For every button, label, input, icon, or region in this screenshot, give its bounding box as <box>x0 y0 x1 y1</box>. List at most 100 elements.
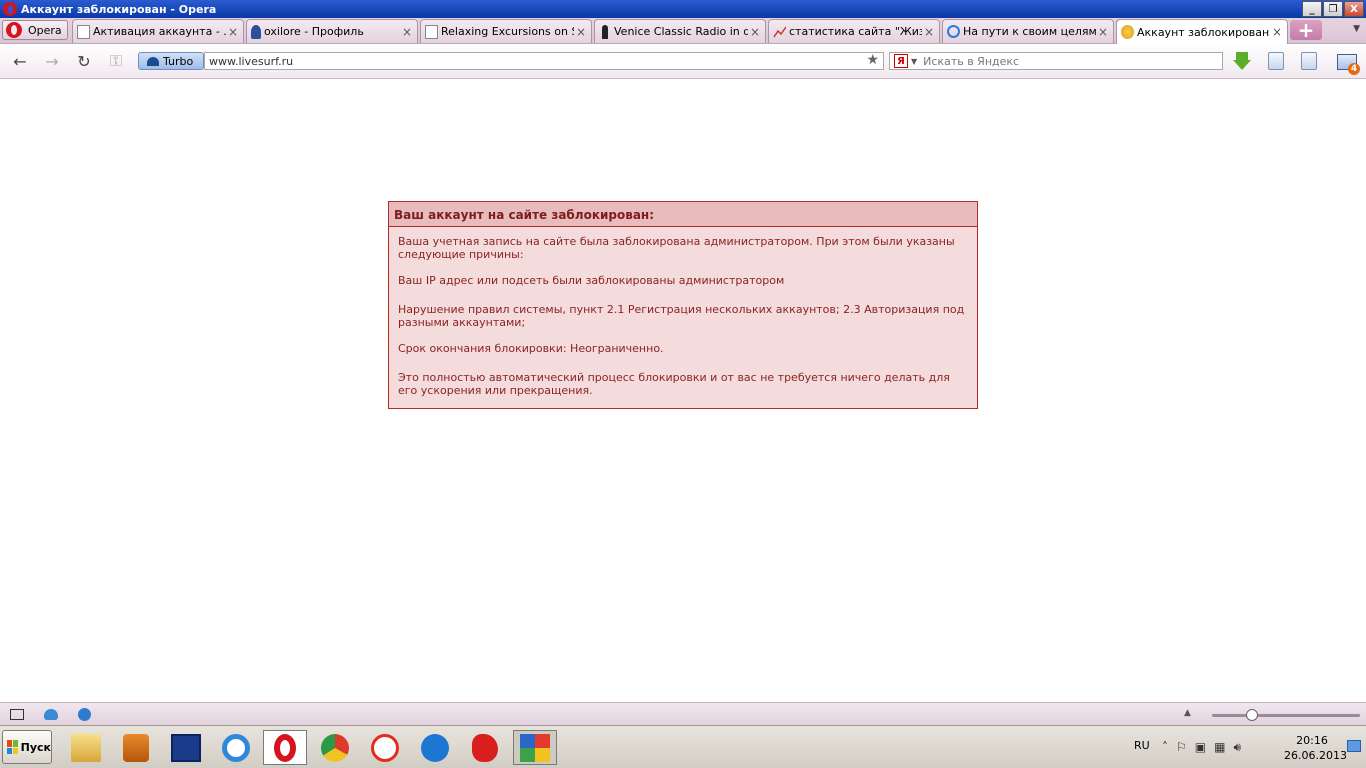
tab-close-icon[interactable]: × <box>1270 25 1284 39</box>
download-icon[interactable] <box>1233 52 1253 72</box>
clock-date: 26.06.2013 <box>1284 749 1347 762</box>
forward-arrow-icon[interactable]: → <box>42 52 62 71</box>
notice-body: Ваша учетная запись на сайте была заблок… <box>389 227 977 397</box>
search-placeholder: Искать в Яндекс <box>923 54 1020 68</box>
window-title: Аккаунт заблокирован - Opera <box>21 2 217 16</box>
turbo-gauge-icon <box>147 56 159 66</box>
key-icon[interactable]: ⚿ <box>106 51 126 70</box>
clock-time: 20:16 <box>1296 734 1328 747</box>
mail-count-badge: 4 <box>1348 63 1360 75</box>
tab-list-chevron-icon[interactable]: ▼ <box>1353 24 1360 34</box>
opera-icon <box>6 22 22 38</box>
notice-reason-ip: Ваш IP адрес или подсеть были заблокиров… <box>398 274 785 287</box>
opera-menu-label: Opera <box>28 23 62 37</box>
account-blocked-notice: Ваш аккаунт на сайте заблокирован: Ваша … <box>388 201 978 409</box>
tab-label: Venice Classic Radio in di... <box>614 25 748 38</box>
volume-icon[interactable]: 🔊︎ <box>1233 740 1241 755</box>
new-tab-button[interactable]: + <box>1290 18 1322 42</box>
tab-goals[interactable]: На пути к своим целям!... × <box>942 19 1114 43</box>
opera-logo-icon <box>3 2 17 16</box>
internet-explorer-icon[interactable] <box>214 730 258 765</box>
livesurf-icon <box>1121 25 1134 39</box>
copy-page-icon[interactable] <box>1301 52 1317 70</box>
turbo-button[interactable]: Turbo <box>138 52 204 70</box>
window-title-bar: Аккаунт заблокирован - Opera _ ❐ X <box>0 0 1366 18</box>
opera-menu-button[interactable]: Opera <box>2 20 68 40</box>
tab-venice-radio[interactable]: Venice Classic Radio in di... × <box>594 19 766 43</box>
opera-unite-cloud-icon[interactable] <box>44 709 58 720</box>
yandex-browser-icon[interactable] <box>363 730 407 765</box>
opera-icon[interactable] <box>263 730 307 765</box>
yandex-icon: Я <box>894 54 908 68</box>
tab-close-icon[interactable]: × <box>748 25 762 39</box>
tab-bar: Opera Активация аккаунта - ... × oxilore… <box>0 18 1366 44</box>
tab-statistics[interactable]: статистика сайта "Жиз... × <box>768 19 940 43</box>
tab-label: Relaxing Excursions on S... <box>441 25 574 38</box>
avg-icon[interactable] <box>513 730 557 765</box>
language-indicator[interactable]: RU <box>1134 739 1150 752</box>
device-icon[interactable]: ▣ <box>1195 740 1206 755</box>
page-icon <box>425 24 438 39</box>
tab-close-icon[interactable]: × <box>1096 25 1110 39</box>
tab-account-blocked[interactable]: Аккаунт заблокирован × <box>1116 19 1288 44</box>
address-text: www.livesurf.ru <box>209 54 294 68</box>
navigation-bar: ← → ↻ ⚿ Turbo www.livesurf.ru ★ Я ▼ Иска… <box>0 44 1366 79</box>
profile-icon <box>251 24 261 39</box>
network-icon[interactable]: ▦ <box>1214 740 1225 755</box>
tab-label: Аккаунт заблокирован <box>1137 25 1270 39</box>
notice-reason-rules: Нарушение правил системы, пункт 2.1 Реги… <box>398 303 965 329</box>
tab-profile[interactable]: oxilore - Профиль × <box>246 19 418 43</box>
start-label: Пуск <box>20 740 51 754</box>
notice-header: Ваш аккаунт на сайте заблокирован: <box>389 202 977 227</box>
tab-activation[interactable]: Активация аккаунта - ... × <box>72 19 244 43</box>
page-content: Ваш аккаунт на сайте заблокирован: Ваша … <box>0 80 1366 702</box>
start-button[interactable]: Пуск <box>2 730 52 764</box>
mail-icon[interactable]: 4 <box>1337 54 1360 75</box>
view-up-icon[interactable]: ▲ <box>1184 708 1191 718</box>
notes-icon[interactable] <box>1268 52 1284 70</box>
status-bar: ▲ <box>0 702 1366 725</box>
zoom-slider-handle[interactable] <box>1246 709 1258 721</box>
globe-icon <box>947 25 960 38</box>
action-center-flag-icon[interactable]: ⚐ <box>1176 740 1187 755</box>
tab-close-icon[interactable]: × <box>400 25 414 39</box>
address-bar[interactable]: www.livesurf.ru ★ <box>204 52 884 70</box>
back-arrow-icon[interactable]: ← <box>10 52 30 71</box>
paint-splat-icon[interactable] <box>463 730 507 765</box>
tab-relaxing[interactable]: Relaxing Excursions on S... × <box>420 19 592 43</box>
taskbar-clock[interactable]: 20:16 26.06.2013 <box>1284 733 1347 763</box>
chrome-icon[interactable] <box>313 730 357 765</box>
tab-close-icon[interactable]: × <box>922 25 936 39</box>
close-button[interactable]: X <box>1344 1 1364 17</box>
tab-label: oxilore - Профиль <box>264 25 364 38</box>
windows-taskbar: Пуск RU ˄ ⚐ ▣ ▦ 🔊︎ 20:16 26.06.2013 <box>0 725 1366 768</box>
tray-expand-icon[interactable]: ˄ <box>1162 740 1168 755</box>
search-field[interactable]: Я ▼ Искать в Яндекс <box>889 52 1223 70</box>
z-app-icon[interactable] <box>413 730 457 765</box>
windows-logo-icon <box>7 740 18 754</box>
tab-label: На пути к своим целям!... <box>963 25 1096 38</box>
media-player-icon[interactable] <box>114 730 158 765</box>
radio-icon <box>602 24 608 39</box>
chart-icon <box>773 26 786 37</box>
tab-label: статистика сайта "Жиз... <box>789 25 922 38</box>
show-desktop-icon[interactable] <box>1347 740 1361 752</box>
minimize-button[interactable]: _ <box>1302 1 1322 17</box>
panel-toggle-icon[interactable] <box>10 709 24 720</box>
tab-label: Активация аккаунта - ... <box>93 25 226 38</box>
save-disk-icon[interactable] <box>164 730 208 765</box>
restore-button[interactable]: ❐ <box>1323 1 1343 17</box>
speed-dial-icon[interactable] <box>78 708 91 721</box>
bookmark-star-icon[interactable]: ★ <box>866 52 879 68</box>
zoom-slider[interactable] <box>1212 714 1360 717</box>
search-engine-dropdown-icon[interactable]: ▼ <box>911 57 917 66</box>
notice-block-term: Срок окончания блокировки: Неограниченно… <box>398 342 664 355</box>
tab-close-icon[interactable]: × <box>226 25 240 39</box>
system-tray: ˄ ⚐ ▣ ▦ 🔊︎ <box>1162 740 1241 755</box>
explorer-icon[interactable] <box>64 730 108 765</box>
reload-icon[interactable]: ↻ <box>74 52 94 71</box>
turbo-label: Turbo <box>163 54 194 68</box>
tab-close-icon[interactable]: × <box>574 25 588 39</box>
notice-intro: Ваша учетная запись на сайте была заблок… <box>398 235 955 261</box>
notice-automatic: Это полностью автоматический процесс бло… <box>398 371 950 397</box>
